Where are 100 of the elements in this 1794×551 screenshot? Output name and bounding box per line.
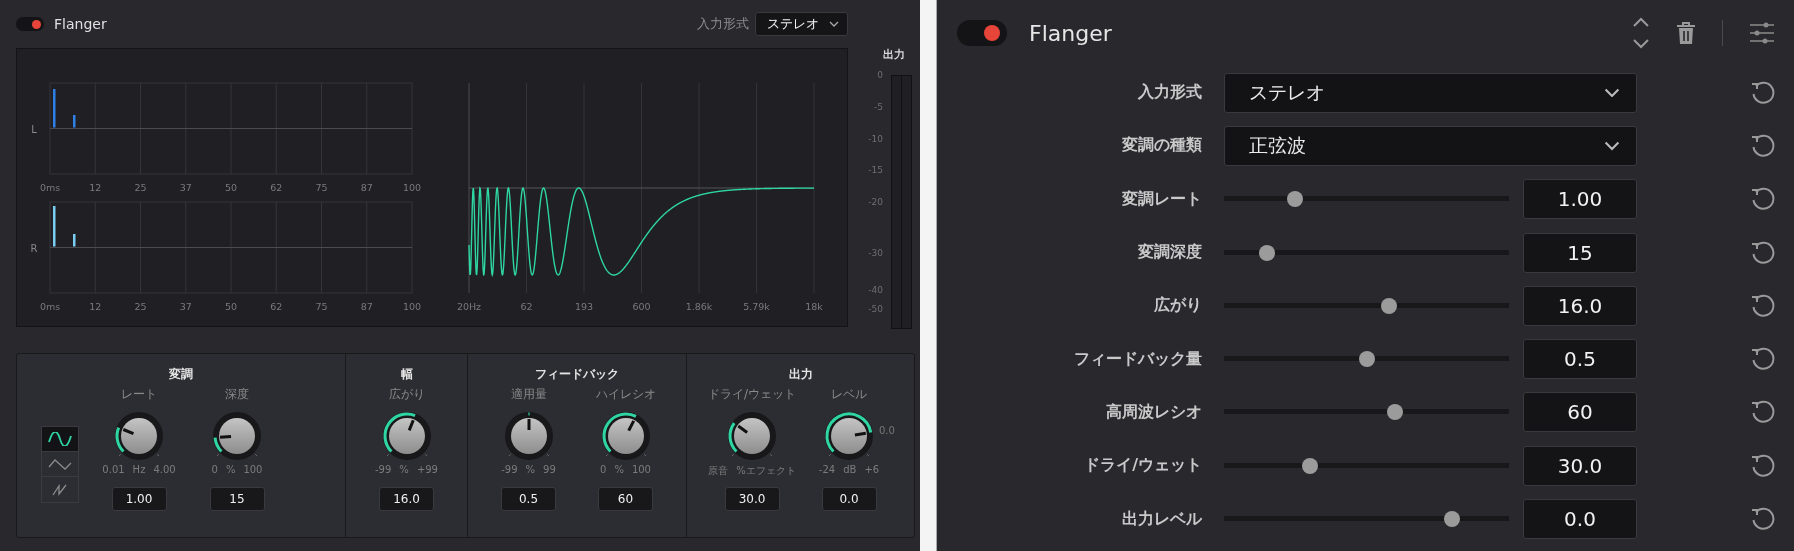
power-toggle[interactable] (16, 17, 44, 31)
reset-icon[interactable] (1750, 79, 1776, 106)
power-toggle[interactable] (957, 20, 1007, 46)
value-field[interactable]: 15 (209, 487, 265, 511)
parameter-label: 高周波レシオ (1105, 401, 1202, 423)
slider-thumb[interactable] (1387, 404, 1403, 421)
meter-scale-label: -5 (874, 101, 883, 112)
parameter-label: 入力形式 (1137, 82, 1202, 104)
input-format-dropdown[interactable]: ステレオ (755, 12, 848, 36)
value-field[interactable]: 60 (1523, 392, 1637, 433)
triangle-wave-icon (48, 457, 72, 471)
section-title: フィードバック (535, 366, 619, 383)
parameter-label: フィードバック量 (1073, 348, 1202, 370)
value-field[interactable]: 0.0 (1523, 499, 1637, 539)
channel-label: L (31, 123, 37, 135)
parameter-label: 広がり (1153, 295, 1202, 317)
channel-label: R (30, 242, 38, 254)
value-field[interactable]: 1.00 (1523, 179, 1637, 220)
unit-label: % (525, 464, 536, 477)
value-field[interactable]: 30.0 (724, 487, 780, 511)
value-field[interactable]: 0.0 (821, 487, 877, 511)
parameter-label: 変調レート (1121, 188, 1202, 210)
reset-icon[interactable] (1750, 506, 1776, 532)
knob-marker-label: 0.0 (879, 425, 895, 436)
reset-icon[interactable] (1750, 186, 1776, 213)
meter-title: 出力 (882, 48, 906, 63)
slider-thumb[interactable] (1381, 297, 1398, 314)
range-min-label: 0.01 (102, 464, 125, 477)
axis-label: 0ms (39, 301, 61, 312)
slider-thumb[interactable] (1301, 457, 1318, 474)
reset-icon[interactable] (1750, 132, 1776, 159)
axis-label: 87 (360, 182, 373, 193)
meter-scale-label: 0 (877, 69, 883, 80)
axis-label: 193 (574, 301, 594, 312)
axis-label: 37 (179, 182, 192, 193)
axis-label: 50 (224, 182, 238, 193)
meter-scale-label: -50 (868, 303, 883, 314)
knob-label: ハイレシオ (595, 386, 656, 403)
axis-label: 100 (402, 182, 422, 193)
slider-thumb[interactable] (1358, 351, 1375, 368)
axis-label: 50 (224, 301, 238, 312)
value-field[interactable]: 0.5 (1523, 339, 1637, 380)
reset-icon[interactable] (1750, 399, 1776, 426)
parameter-label: 変調の種類 (1121, 135, 1202, 157)
axis-label: 0ms (39, 182, 61, 193)
value-field[interactable]: 60 (598, 487, 653, 511)
axis-label: 62 (270, 182, 283, 193)
value-field[interactable]: 16.0 (379, 487, 434, 511)
range-min-label: 0 (600, 464, 607, 477)
trash-icon[interactable] (1676, 21, 1696, 45)
section-title: 出力 (788, 366, 813, 383)
axis-label: 20Hz (456, 301, 482, 312)
slider-thumb[interactable] (1258, 244, 1275, 261)
range-max-label: 4.00 (153, 464, 176, 477)
value-field[interactable]: 1.00 (111, 487, 167, 511)
range-min-label: 原音 (708, 464, 729, 478)
waveform-button[interactable] (42, 427, 78, 452)
axis-label: 37 (179, 301, 192, 312)
parameter-label: ドライ/ウェット (1083, 455, 1202, 477)
axis-label: 75 (315, 301, 328, 312)
knob-label: 適用量 (510, 386, 547, 403)
unit-label: Hz (132, 464, 146, 477)
axis-label: 5.79k (743, 301, 770, 312)
meter-scale-label: -15 (868, 164, 883, 175)
unit-label: dB (843, 464, 857, 477)
axis-label: 600 (632, 301, 651, 312)
value-field[interactable]: 0.5 (501, 487, 556, 511)
dropdown[interactable]: 正弦波 (1224, 125, 1637, 166)
range-max-label: 100 (243, 464, 263, 477)
meter-scale-label: -30 (868, 247, 883, 258)
chevron-icon (1604, 87, 1620, 98)
slider-thumb[interactable] (1444, 511, 1460, 527)
reset-icon[interactable] (1750, 452, 1776, 479)
chevron-icon (1604, 141, 1620, 151)
range-max-label: 100 (631, 464, 651, 477)
axis-label: 1.86k (685, 301, 713, 312)
range-max-label: 99 (543, 464, 556, 477)
value-field[interactable]: 30.0 (1523, 445, 1637, 486)
reset-icon[interactable] (1750, 292, 1776, 319)
reset-icon[interactable] (1750, 346, 1776, 373)
value-field[interactable]: 15 (1523, 232, 1637, 273)
settings-sliders-icon[interactable] (1749, 20, 1775, 46)
meter-scale-label: -10 (868, 133, 883, 144)
expand-collapse-icon[interactable] (1632, 16, 1650, 50)
range-min-label: -24 (818, 464, 836, 477)
axis-label: 12 (89, 301, 102, 312)
dropdown[interactable]: ステレオ (1224, 72, 1637, 113)
knob-label: 深度 (225, 386, 249, 403)
axis-label: 25 (134, 301, 147, 312)
input-format-label: 入力形式 (697, 15, 749, 33)
reset-icon[interactable] (1750, 239, 1776, 266)
effect-title: Flanger (1029, 20, 1112, 46)
axis-label: 87 (360, 301, 373, 312)
range-max-label: +99 (416, 464, 438, 477)
range-min-label: 0 (211, 464, 218, 477)
slider-thumb[interactable] (1287, 191, 1304, 208)
axis-label: 100 (402, 301, 422, 312)
range-min-label: -99 (501, 464, 518, 477)
value-field[interactable]: 16.0 (1523, 285, 1637, 326)
axis-label: 75 (315, 182, 328, 193)
